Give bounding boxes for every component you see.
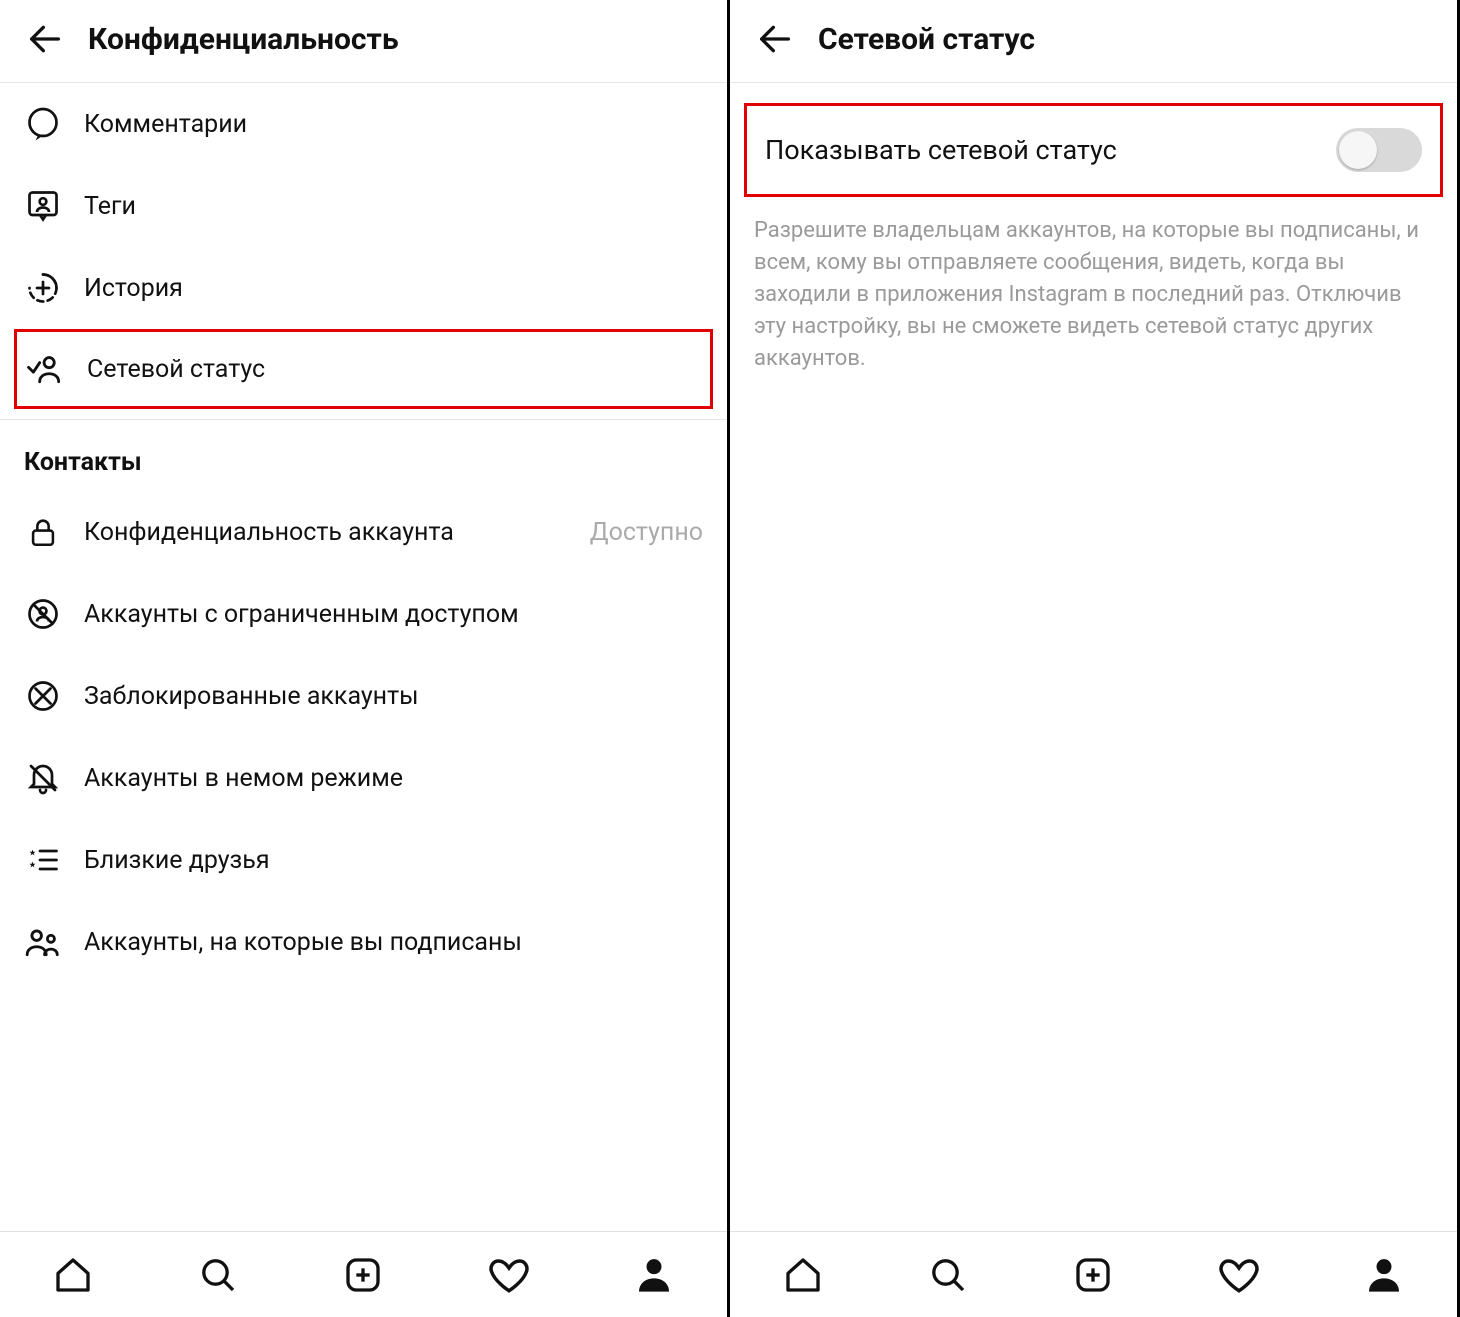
heart-icon <box>488 1254 530 1296</box>
story-plus-icon <box>24 269 62 307</box>
page-title: Сетевой статус <box>818 22 1035 57</box>
toggle-label: Показывать сетевой статус <box>765 134 1318 166</box>
nav-search[interactable] <box>926 1253 970 1297</box>
item-account-privacy[interactable]: Конфиденциальность аккаунта Доступно <box>0 491 727 573</box>
search-icon <box>928 1255 968 1295</box>
item-label: Близкие друзья <box>84 846 270 875</box>
nav-profile[interactable] <box>632 1253 676 1297</box>
nav-profile[interactable] <box>1362 1253 1406 1297</box>
item-following[interactable]: Аккаунты, на которые вы подписаны <box>0 901 727 983</box>
restricted-icon <box>24 595 62 633</box>
item-label: Заблокированные аккаунты <box>84 682 419 711</box>
activity-status-screen: Сетевой статус Показывать сетевой статус… <box>730 0 1460 1317</box>
item-label: Аккаунты, на которые вы подписаны <box>84 928 522 957</box>
search-icon <box>198 1255 238 1295</box>
item-story[interactable]: История <box>0 247 727 329</box>
plus-square-icon <box>1073 1255 1113 1295</box>
item-muted[interactable]: Аккаунты в немом режиме <box>0 737 727 819</box>
plus-square-icon <box>343 1255 383 1295</box>
heart-icon <box>1218 1254 1260 1296</box>
nav-activity[interactable] <box>487 1253 531 1297</box>
arrow-left-icon <box>25 19 65 59</box>
following-icon <box>24 923 62 961</box>
nav-home[interactable] <box>51 1253 95 1297</box>
nav-activity[interactable] <box>1217 1253 1261 1297</box>
header: Конфиденциальность <box>0 0 727 83</box>
close-friends-icon <box>24 841 62 879</box>
tag-person-icon <box>24 187 62 225</box>
item-restricted[interactable]: Аккаунты с ограниченным доступом <box>0 573 727 655</box>
profile-icon <box>634 1255 674 1295</box>
back-button[interactable] <box>24 18 66 60</box>
home-icon <box>783 1255 823 1295</box>
back-button[interactable] <box>754 18 796 60</box>
header: Сетевой статус <box>730 0 1457 83</box>
lock-icon <box>24 513 62 551</box>
toggle-switch[interactable] <box>1336 128 1422 172</box>
content: Комментарии Теги История Сетевой статус … <box>0 83 727 1231</box>
privacy-screen: Конфиденциальность Комментарии Теги Исто… <box>0 0 730 1317</box>
home-icon <box>53 1255 93 1295</box>
bell-off-icon <box>24 759 62 797</box>
content: Показывать сетевой статус Разрешите влад… <box>730 83 1457 1231</box>
item-label: Конфиденциальность аккаунта <box>84 518 454 547</box>
nav-search[interactable] <box>196 1253 240 1297</box>
page-title: Конфиденциальность <box>88 22 399 57</box>
item-close-friends[interactable]: Близкие друзья <box>0 819 727 901</box>
nav-create[interactable] <box>1071 1253 1115 1297</box>
item-trail: Доступно <box>590 518 703 547</box>
item-blocked[interactable]: Заблокированные аккаунты <box>0 655 727 737</box>
toggle-knob <box>1339 131 1377 169</box>
item-label: Комментарии <box>84 110 247 139</box>
item-comments[interactable]: Комментарии <box>0 83 727 165</box>
item-label: Аккаунты с ограниченным доступом <box>84 600 519 629</box>
item-label: Аккаунты в немом режиме <box>84 764 403 793</box>
nav-home[interactable] <box>781 1253 825 1297</box>
bottom-nav <box>730 1231 1457 1317</box>
item-label: Сетевой статус <box>87 355 265 384</box>
section-contacts-title: Контакты <box>0 420 727 491</box>
item-tags[interactable]: Теги <box>0 165 727 247</box>
activity-status-icon <box>27 350 65 388</box>
arrow-left-icon <box>755 19 795 59</box>
blocked-icon <box>24 677 62 715</box>
comment-icon <box>24 105 62 143</box>
bottom-nav <box>0 1231 727 1317</box>
item-activity-status[interactable]: Сетевой статус <box>17 332 710 406</box>
item-label: Теги <box>84 192 136 221</box>
toggle-show-activity-status[interactable]: Показывать сетевой статус <box>747 106 1440 194</box>
item-label: История <box>84 274 183 303</box>
helper-text: Разрешите владельцам аккаунтов, на котор… <box>730 197 1457 374</box>
highlight-activity-status: Сетевой статус <box>14 329 713 409</box>
profile-icon <box>1364 1255 1404 1295</box>
nav-create[interactable] <box>341 1253 385 1297</box>
highlight-show-activity-toggle: Показывать сетевой статус <box>744 103 1443 197</box>
